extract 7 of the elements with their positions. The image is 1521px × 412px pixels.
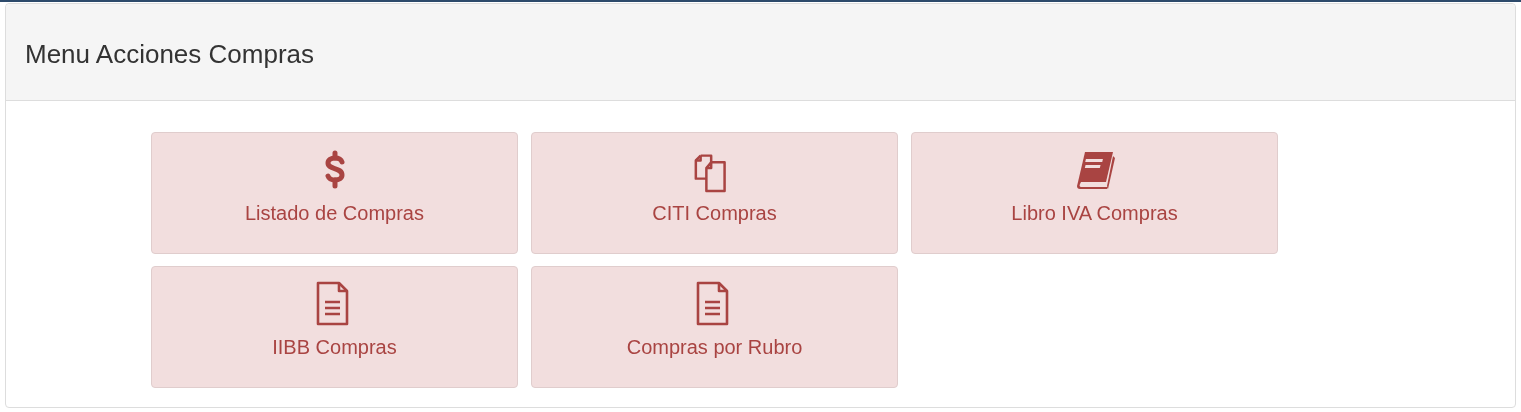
panel-title: Menu Acciones Compras [25,37,315,70]
menu-action-button[interactable]: IIBB Compras [151,266,518,388]
menu-action-button[interactable]: Libro IVA Compras [911,132,1278,254]
menu-action-button[interactable]: CITI Compras [531,132,898,254]
menu-action-button[interactable]: Compras por Rubro [531,266,898,388]
dollar-icon [322,150,347,190]
menu-action-button[interactable]: Listado de Compras [151,132,518,254]
